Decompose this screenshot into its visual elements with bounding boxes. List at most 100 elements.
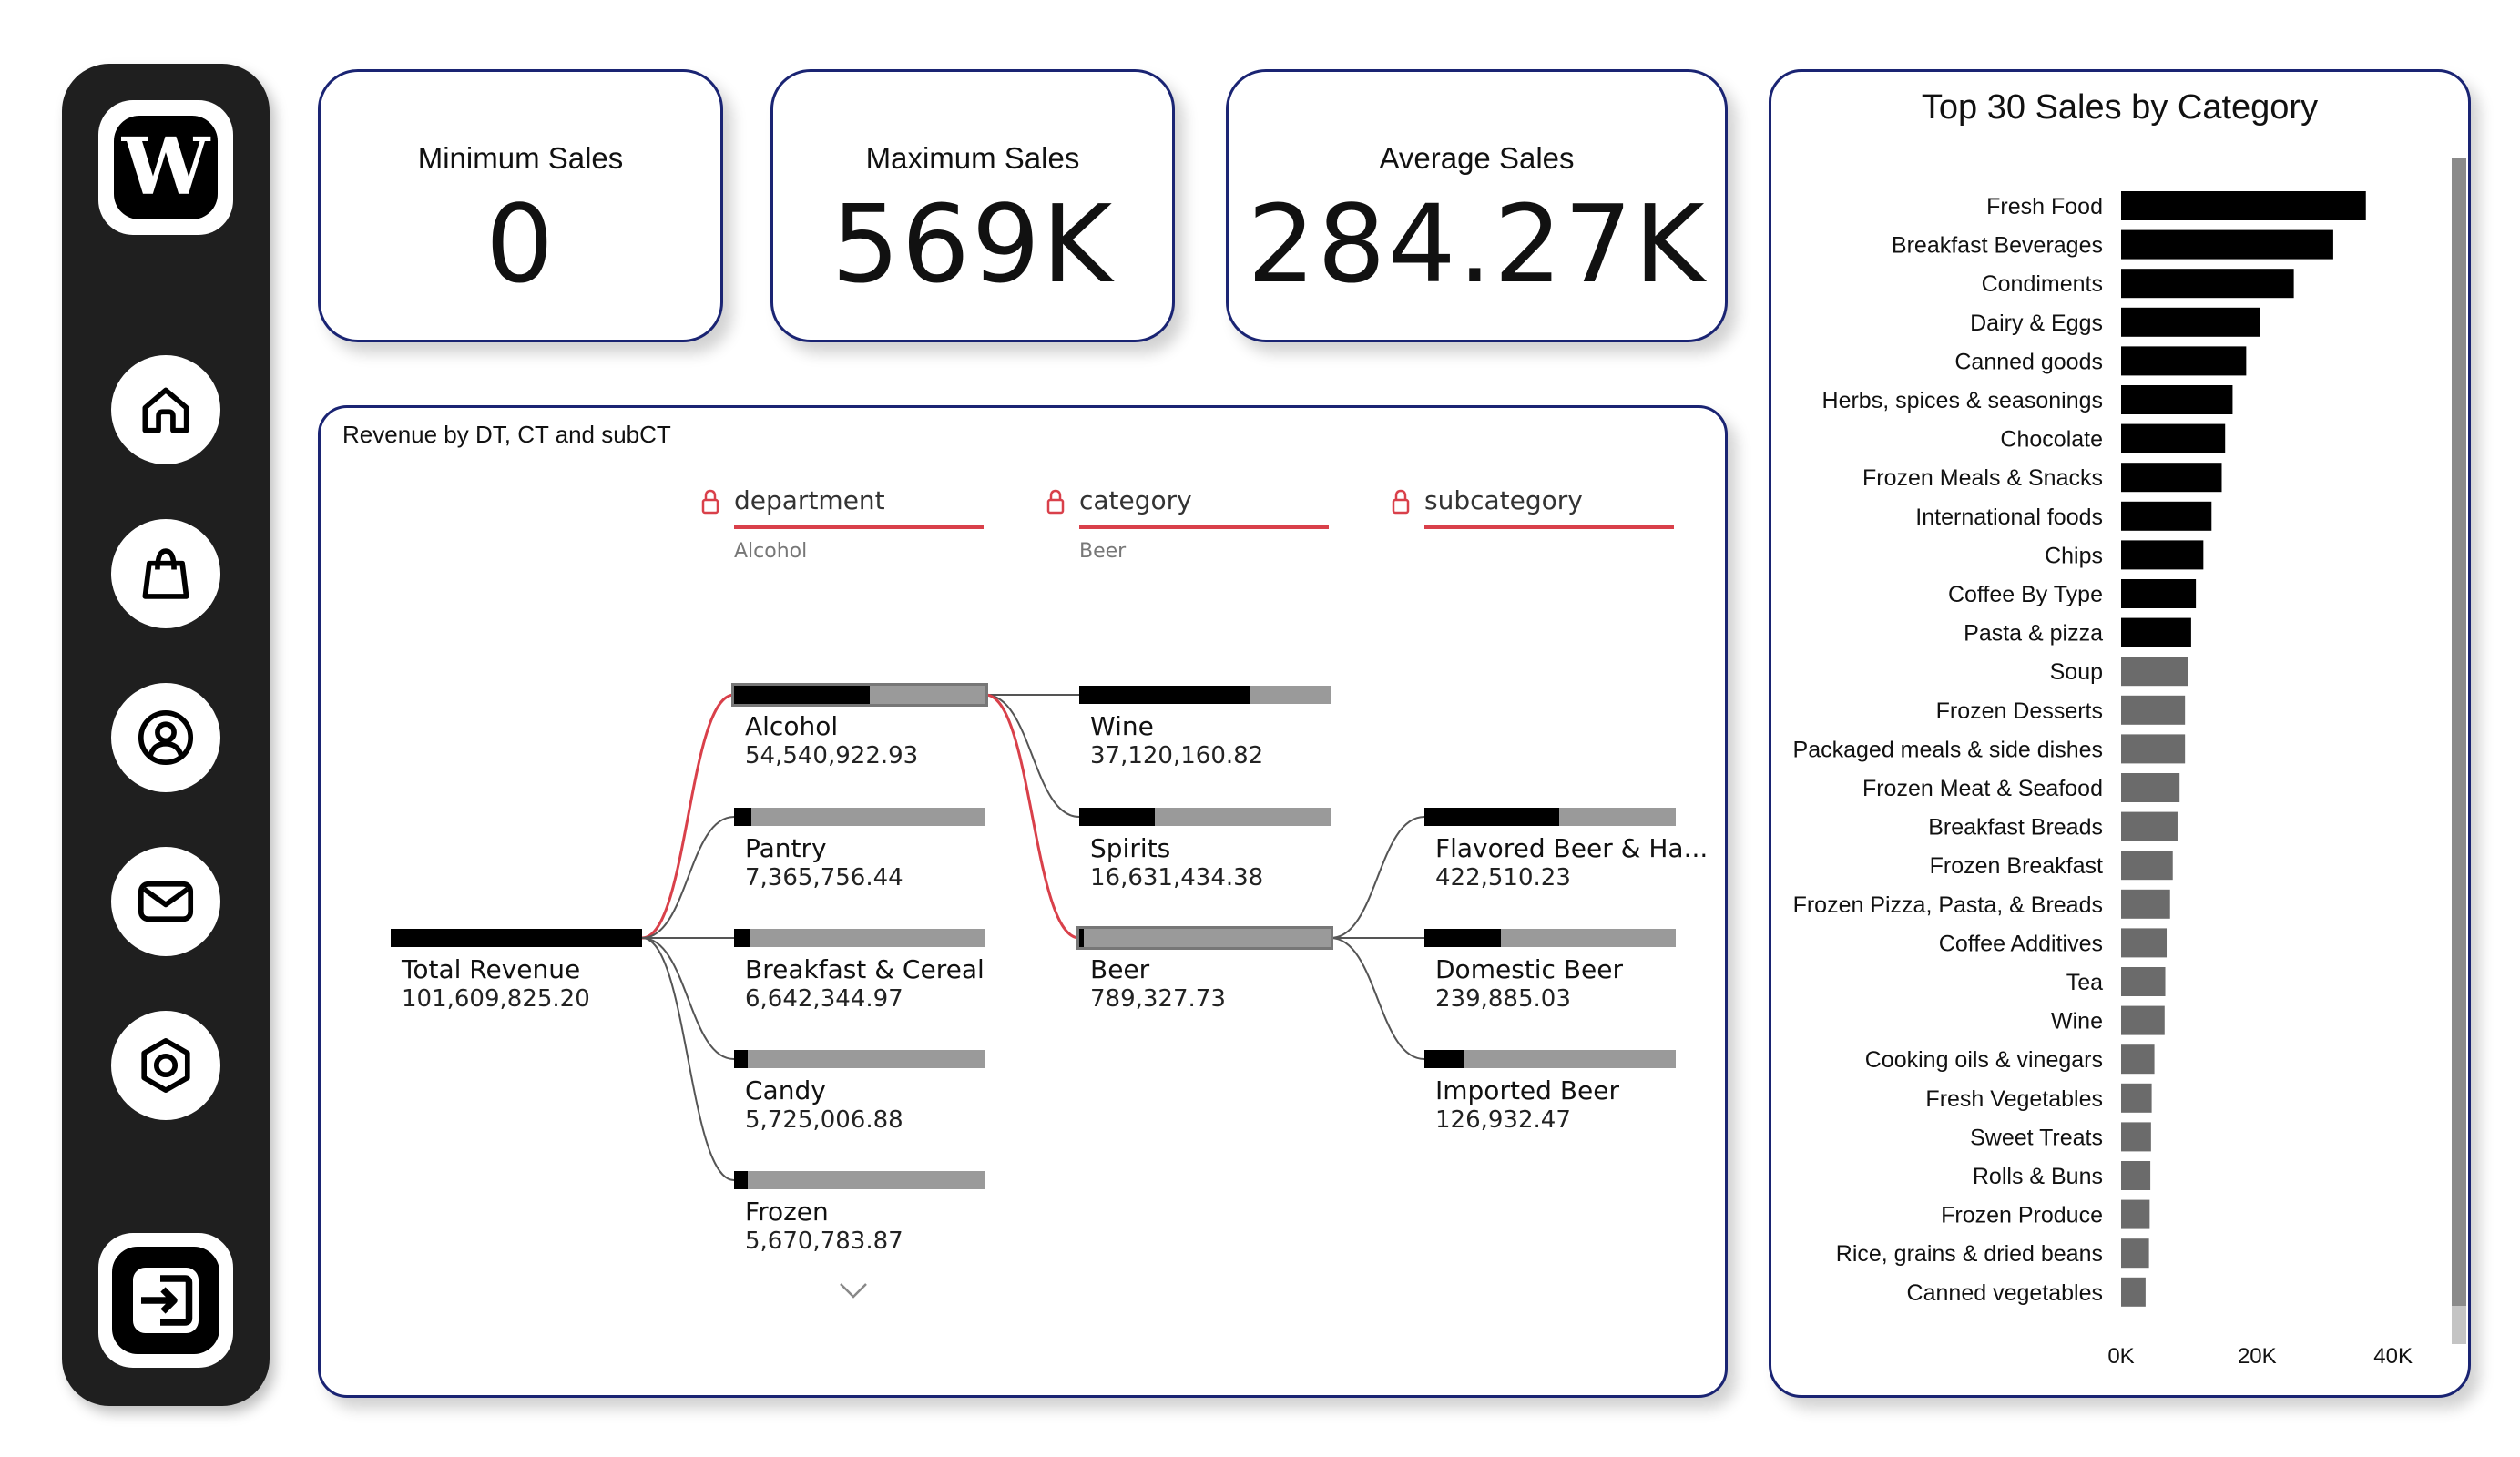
node-label: Total Revenue	[402, 954, 581, 984]
node-label: Domestic Beer	[1435, 954, 1624, 984]
category-label: Condiments	[1982, 271, 2103, 297]
category-label: Wine	[2051, 1009, 2103, 1034]
category-label: Packaged meals & side dishes	[1793, 737, 2103, 762]
bar[interactable]	[2121, 1122, 2151, 1152]
category-label: Tea	[2066, 970, 2103, 995]
settings-icon	[141, 1037, 190, 1094]
node-label: Imported Beer	[1435, 1075, 1620, 1105]
category-label: Fresh Vegetables	[1925, 1086, 2103, 1112]
bar[interactable]	[2121, 1161, 2151, 1190]
bar[interactable]	[2121, 773, 2180, 802]
node-bar-fill	[1424, 808, 1559, 826]
app-logo[interactable]: W	[98, 100, 233, 235]
bar[interactable]	[2121, 851, 2173, 881]
bar[interactable]	[2121, 229, 2333, 260]
bar[interactable]	[2121, 1238, 2149, 1269]
tree-connectors	[641, 693, 1425, 1181]
bar[interactable]	[2121, 579, 2197, 608]
node-label: Beer	[1090, 954, 1150, 984]
category-label: Breakfast Beverages	[1892, 233, 2103, 259]
kpi-title: Maximum Sales	[865, 141, 1080, 175]
chevron-down-icon[interactable]	[838, 1280, 869, 1300]
category-label: Herbs, spices & seasonings	[1822, 388, 2103, 413]
bar[interactable]	[2121, 385, 2233, 414]
top-sales-chart-card: Top 30 Sales by Category Fresh Food Break…	[1769, 69, 2471, 1398]
bar[interactable]	[2121, 967, 2166, 996]
decomposition-tree: Revenue by DT, CT and subCT department A…	[318, 405, 1728, 1398]
bar[interactable]	[2121, 346, 2247, 376]
bar[interactable]	[2121, 734, 2186, 764]
sidebar: W	[62, 64, 270, 1406]
bar[interactable]	[2121, 463, 2222, 493]
node-bar-fill	[1079, 808, 1155, 826]
category-label: Cooking oils & vinegars	[1865, 1047, 2103, 1073]
bar[interactable]	[2121, 501, 2212, 531]
scrollbar-thumb[interactable]	[2452, 1306, 2466, 1344]
user-icon	[138, 709, 194, 766]
node-value: 239,885.03	[1435, 985, 1571, 1013]
bar[interactable]	[2121, 191, 2366, 220]
home-icon	[142, 387, 189, 433]
node-value: 126,932.47	[1435, 1106, 1571, 1134]
node-value: 6,642,344.97	[745, 985, 903, 1013]
nav-settings-button[interactable]	[111, 1011, 220, 1120]
kpi-title: Average Sales	[1379, 141, 1575, 175]
bar[interactable]	[2121, 657, 2188, 687]
node-bar-fill	[734, 1050, 749, 1068]
node-value: 5,725,006.88	[745, 1106, 903, 1134]
bar[interactable]	[2121, 617, 2191, 647]
bar[interactable]	[2121, 1277, 2146, 1307]
bar[interactable]	[2121, 928, 2168, 958]
category-label: Canned vegetables	[1907, 1280, 2103, 1306]
bar[interactable]	[2121, 1199, 2150, 1229]
level-underline	[734, 525, 984, 529]
node-label: Breakfast & Cereal	[745, 954, 985, 984]
bar[interactable]	[2121, 889, 2170, 919]
kpi-card-max: Maximum Sales 569K	[770, 69, 1175, 342]
category-label: Frozen Produce	[1941, 1203, 2103, 1228]
x-tick-label: 40K	[2373, 1344, 2413, 1369]
bar[interactable]	[2121, 540, 2204, 570]
x-tick-label: 20K	[2238, 1344, 2277, 1369]
category-label: Coffee Additives	[1939, 931, 2103, 956]
category-label: International foods	[1915, 504, 2103, 530]
bar[interactable]	[2121, 695, 2186, 725]
node-value: 5,670,783.87	[745, 1228, 903, 1255]
node-bar-fill	[391, 929, 642, 947]
nav-home-button[interactable]	[111, 355, 220, 464]
nav-profile-button[interactable]	[111, 683, 220, 792]
node-bar-fill	[734, 686, 871, 704]
node-bar-track	[734, 929, 985, 947]
logout-icon	[112, 1247, 219, 1354]
level-filter: Beer	[1079, 540, 1127, 563]
category-label: Frozen Desserts	[1936, 698, 2103, 724]
tree-link	[641, 937, 735, 1060]
bar[interactable]	[2121, 269, 2294, 299]
bar[interactable]	[2121, 1044, 2155, 1075]
node-bar-fill	[734, 1171, 749, 1189]
category-label: Pasta & pizza	[1964, 621, 2103, 647]
node-value: 16,631,434.38	[1090, 864, 1264, 892]
category-label: Frozen Breakfast	[1930, 853, 2103, 879]
node-bar-track	[734, 808, 985, 826]
logout-button[interactable]	[98, 1233, 233, 1368]
tree-link	[1330, 816, 1425, 939]
nav-shop-button[interactable]	[111, 519, 220, 628]
scrollbar-track[interactable]	[2452, 158, 2466, 1333]
bar[interactable]	[2121, 1005, 2165, 1035]
bar[interactable]	[2121, 423, 2226, 453]
category-label: Chocolate	[2000, 427, 2103, 453]
bar[interactable]	[2121, 811, 2178, 841]
category-label: Coffee By Type	[1948, 582, 2103, 607]
bar[interactable]	[2121, 1083, 2152, 1113]
category-label: Soup	[2050, 659, 2103, 685]
node-bar-fill	[1079, 929, 1084, 947]
level-underline	[1079, 525, 1329, 529]
node-bar-fill	[1424, 1050, 1465, 1068]
bar[interactable]	[2121, 307, 2260, 337]
node-bar-track	[1076, 926, 1333, 950]
node-bar-fill	[1079, 686, 1250, 704]
nav-mail-button[interactable]	[111, 847, 220, 956]
top-sales-bar-chart: Fresh Food Breakfast Beverages Condiments D…	[1793, 158, 2466, 1369]
kpi-value: 284.27K	[1247, 181, 1707, 307]
